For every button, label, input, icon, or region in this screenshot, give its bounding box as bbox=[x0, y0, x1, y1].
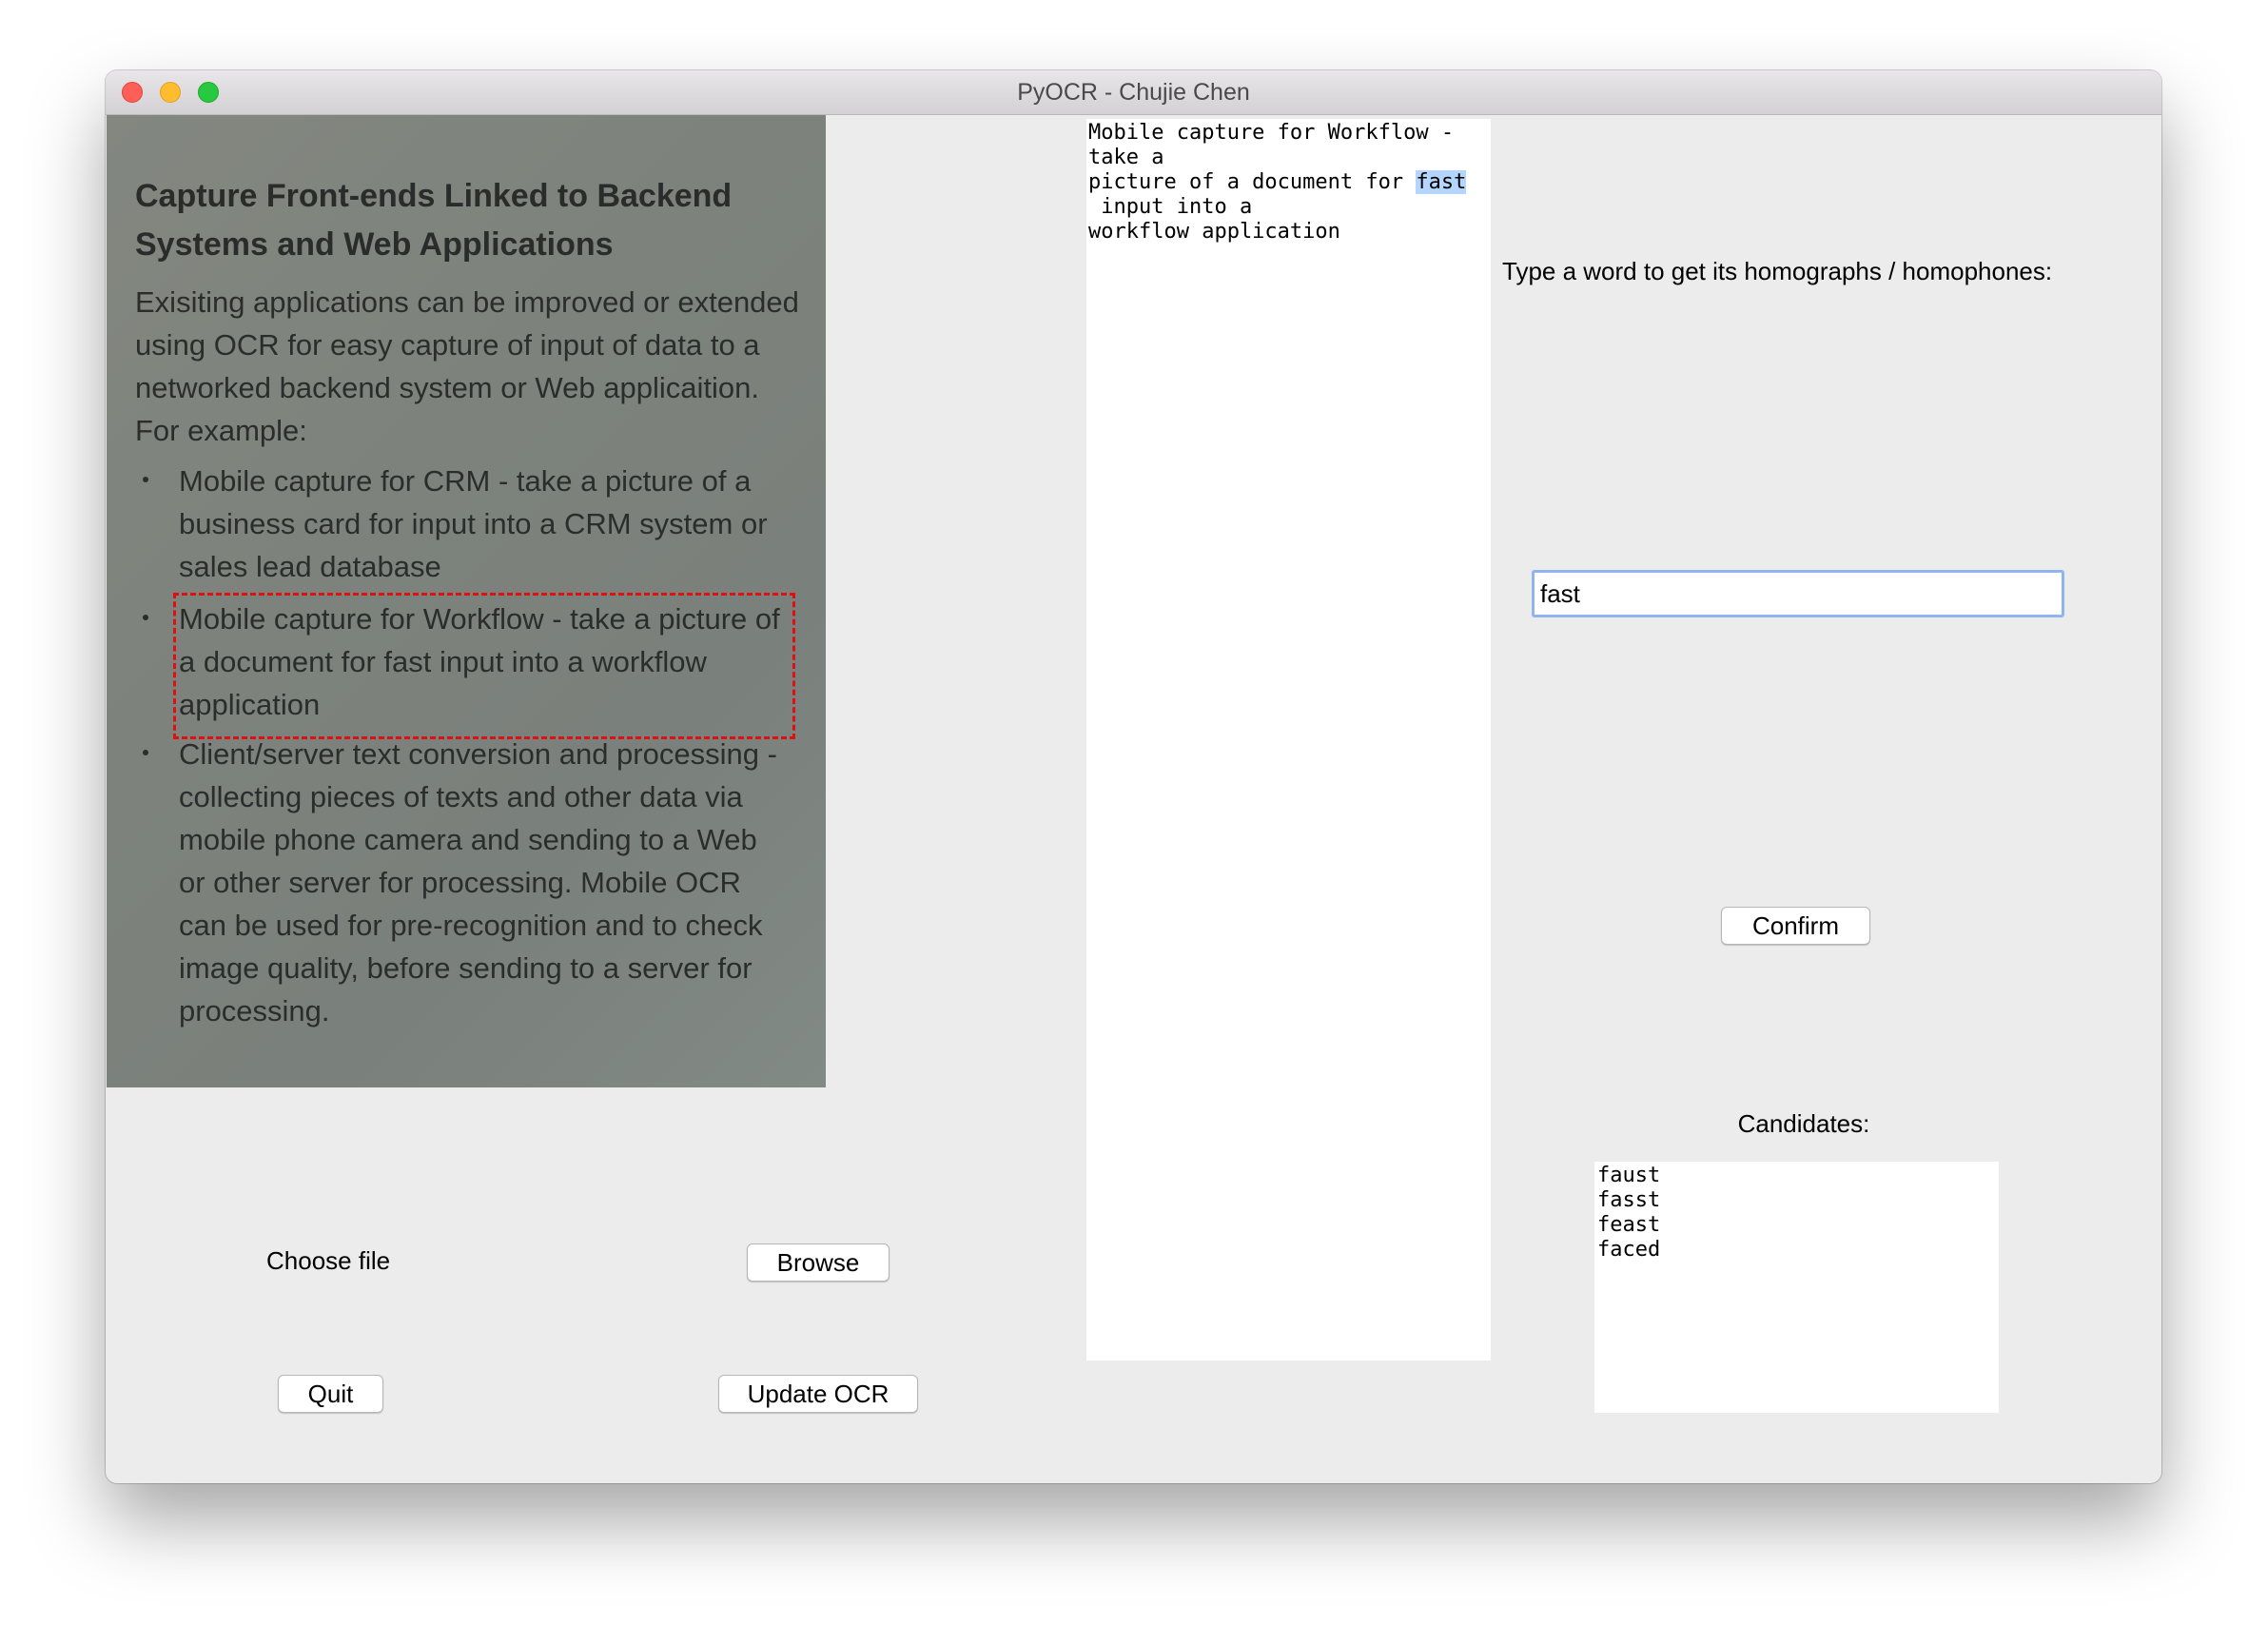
quit-button[interactable]: Quit bbox=[278, 1375, 383, 1413]
candidate-item[interactable]: faced bbox=[1597, 1238, 1996, 1263]
scan-bullet-text: Mobile capture for CRM - take a picture … bbox=[179, 464, 768, 583]
candidates-list[interactable]: faust fasst feast faced bbox=[1594, 1162, 1999, 1413]
choose-file-label: Choose file bbox=[266, 1246, 391, 1275]
confirm-button[interactable]: Confirm bbox=[1721, 907, 1870, 945]
candidate-item[interactable]: fasst bbox=[1597, 1188, 1996, 1213]
ocr-line: take a bbox=[1088, 146, 1164, 169]
highlighted-word: fast bbox=[1416, 170, 1467, 194]
minimize-window-button[interactable] bbox=[160, 82, 181, 103]
update-ocr-button[interactable]: Update OCR bbox=[718, 1375, 918, 1413]
selection-highlight-box bbox=[173, 593, 795, 739]
bullet-dot-icon bbox=[143, 750, 148, 755]
candidates-label: Candidates: bbox=[1737, 1109, 1870, 1138]
candidate-item[interactable]: faust bbox=[1597, 1164, 1996, 1188]
scanned-document-image: Capture Front-ends Linked to Backend Sys… bbox=[107, 115, 826, 1087]
maximize-window-button[interactable] bbox=[198, 82, 219, 103]
word-input[interactable] bbox=[1532, 570, 2064, 617]
title-bar[interactable]: PyOCR - Chujie Chen bbox=[106, 70, 2161, 115]
ocr-line: picture of a document for bbox=[1088, 170, 1417, 194]
bullet-dot-icon bbox=[143, 615, 148, 620]
ocr-line: input into a bbox=[1088, 195, 1253, 219]
ocr-result-textarea[interactable]: Mobile capture for Workflow - take a pic… bbox=[1086, 119, 1491, 1361]
word-lookup-prompt: Type a word to get its homographs / homo… bbox=[1502, 257, 2053, 285]
scan-heading: Capture Front-ends Linked to Backend Sys… bbox=[135, 178, 733, 263]
window-title: PyOCR - Chujie Chen bbox=[1017, 79, 1250, 106]
candidate-item[interactable]: feast bbox=[1597, 1213, 1996, 1238]
ocr-line: Mobile capture for Workflow - bbox=[1088, 121, 1455, 145]
app-window: PyOCR - Chujie Chen Capture Front-ends L… bbox=[106, 70, 2161, 1483]
bullet-dot-icon bbox=[143, 477, 148, 482]
scan-bullet-text: Client/server text conversion and proces… bbox=[179, 737, 777, 1028]
browse-button[interactable]: Browse bbox=[747, 1243, 890, 1282]
close-window-button[interactable] bbox=[122, 82, 143, 103]
scan-intro-text: Exisiting applications can be improved o… bbox=[135, 285, 799, 447]
ocr-line: workflow application bbox=[1088, 220, 1340, 244]
